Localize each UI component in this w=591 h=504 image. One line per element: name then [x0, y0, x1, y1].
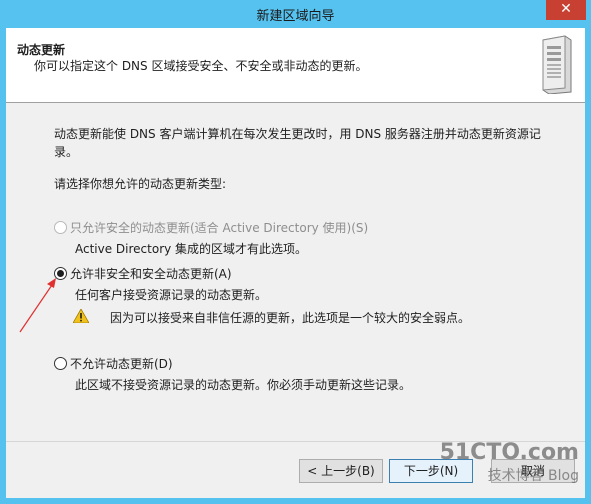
title-bar: 新建区域向导 ✕ [0, 0, 591, 28]
server-icon [542, 35, 572, 94]
watermark-tagline: 技术博客 Blog [487, 468, 579, 484]
option-allow-nonsecure-label[interactable]: 允许非安全和安全动态更新(A) [70, 265, 232, 282]
watermark-logo-text: 51CTO.com [439, 440, 579, 465]
wizard-content: 动态更新 你可以指定这个 DNS 区域接受安全、不安全或非动态的更新。 动态更新… [6, 28, 585, 498]
radio-secure-only [54, 221, 67, 234]
annotation-arrow [19, 278, 56, 333]
radio-no-dynamic[interactable] [54, 357, 67, 370]
window-title: 新建区域向导 [256, 9, 335, 24]
wizard-body: 动态更新能使 DNS 客户端计算机在每次发生更改时，用 DNS 服务器注册并动态… [6, 103, 585, 441]
prompt-text: 请选择你想允许的动态更新类型: [54, 177, 227, 191]
wizard-footer: < 上一步(B) 下一步(N) 取消 51CTO.com 技术博客 Blog [6, 440, 585, 498]
option-no-dynamic-label[interactable]: 不允许动态更新(D) [70, 355, 173, 372]
description-line-2: 录。 [54, 145, 79, 159]
watermark: 51CTO.com 技术博客 Blog [440, 440, 579, 485]
description-line-1: 动态更新能使 DNS 客户端计算机在每次发生更改时，用 DNS 服务器注册并动态… [54, 127, 541, 141]
option-allow-nonsecure-description: 任何客户接受资源记录的动态更新。 [75, 288, 268, 302]
option-no-dynamic-description: 此区域不接受资源记录的动态更新。你必须手动更新这些记录。 [75, 378, 412, 392]
wizard-header: 动态更新 你可以指定这个 DNS 区域接受安全、不安全或非动态的更新。 [6, 28, 585, 103]
option-secure-only-label: 只允许安全的动态更新(适合 Active Directory 使用)(S) [70, 221, 369, 235]
wizard-window: 新建区域向导 ✕ 动态更新 你可以指定这个 DNS 区域接受安全、不安全或非动态… [0, 0, 591, 504]
close-button[interactable]: ✕ [546, 0, 586, 20]
back-button[interactable]: < 上一步(B) [299, 459, 383, 483]
page-title: 动态更新 [17, 43, 66, 57]
page-subtitle: 你可以指定这个 DNS 区域接受安全、不安全或非动态的更新。 [34, 59, 368, 73]
option-secure-only-description: Active Directory 集成的区域才有此选项。 [75, 242, 308, 256]
option-allow-nonsecure-warning: 因为可以接受来自非信任源的更新，此选项是一个较大的安全弱点。 [110, 311, 471, 325]
